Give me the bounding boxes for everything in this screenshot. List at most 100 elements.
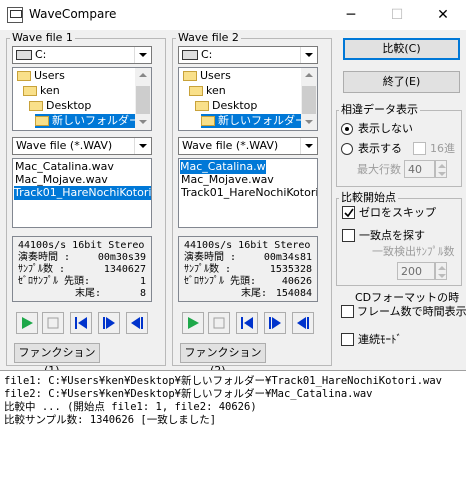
app-icon [7,7,23,23]
folder-item[interactable]: ken [23,84,60,98]
format-text: 44100s/s 16bit Stereo [184,240,311,251]
scroll-down-icon[interactable] [135,114,151,130]
skip-start-icon [241,317,253,329]
zero-head-value: 1 [139,276,146,287]
folder-list-2[interactable]: Users ken Desktop 新しいフォルダー [178,67,318,131]
zero-tail-label: 末尾: [241,288,268,299]
function-2-button[interactable]: ファンクション(2)... [180,343,266,377]
file-list-2[interactable]: Mac_Catalina.wav Mac_Mojave.wav Track01_… [178,158,318,228]
scroll-up-icon[interactable] [135,68,151,84]
step-back-button-1[interactable] [126,312,148,334]
samples-label: ｻﾝﾌﾟﾙ数 : [184,264,232,275]
file-item[interactable]: Track01_HareNochiKotori.wav [181,186,317,200]
scroll-thumb[interactable] [136,86,150,114]
maximize-button: ☐ [390,7,404,23]
log-output[interactable]: file1: C:¥Users¥ken¥Desktop¥新しいフォルダー¥Tra… [0,370,466,480]
diff-display-label: 相違データ表示 [339,103,420,116]
minimize-button[interactable]: ─ [328,0,374,30]
step-forward-button-1[interactable] [98,312,120,334]
samples-value: 1535328 [269,264,312,275]
play-icon [22,317,33,329]
chevron-down-icon[interactable] [134,47,151,63]
find-match-checkbox[interactable] [342,229,355,242]
drive-icon [182,50,198,60]
frame-time-checkbox[interactable] [341,305,354,318]
max-rows-spinner [435,160,447,178]
max-rows-value: 40 [408,163,422,176]
zero-head-value: 40626 [281,276,312,287]
file-item-selected[interactable]: Track01_HareNochiKotori.wav [14,186,151,200]
file-item[interactable]: Mac_Mojave.wav [15,173,108,187]
chevron-down-icon[interactable] [300,47,317,63]
file-type-select-1[interactable]: Wave file (*.WAV) [12,137,152,155]
match-samples-spinner [435,262,447,280]
file-item[interactable]: Mac_Catalina.wav [15,160,114,174]
max-rows-label: 最大行数 [357,163,401,176]
title-bar[interactable]: WaveCompare ─ ☐ ✕ [0,0,466,30]
play-button-2[interactable] [182,312,204,334]
compare-button[interactable]: 比較(C) [343,38,460,60]
frame-time-label[interactable]: フレーム数で時間表示 [357,305,466,318]
stop-button-2 [208,312,230,334]
cd-format-label: CDフォーマットの時 [355,291,460,304]
scroll-up-icon[interactable] [301,68,317,84]
folder-list-1[interactable]: Users ken Desktop 新しいフォルダー [12,67,152,131]
file-item[interactable]: Mac_Mojave.wav [181,173,274,187]
wave-file-2-label: Wave file 2 [176,31,241,44]
step-back-button-2[interactable] [292,312,314,334]
function-1-button[interactable]: ファンクション(1)... [14,343,100,377]
scroll-down-icon[interactable] [301,114,317,130]
play-button-1[interactable] [16,312,38,334]
display-radio[interactable] [341,143,353,155]
play-icon [188,317,199,329]
samples-value: 1340627 [103,264,146,275]
skip-start-button-2[interactable] [236,312,258,334]
folder-item-selected[interactable]: 新しいフォルダー [201,114,306,128]
hex-checkbox [413,142,426,155]
skip-start-button-1[interactable] [70,312,92,334]
step-forward-icon [269,317,281,329]
step-back-icon [297,317,309,329]
file-type-select-2[interactable]: Wave file (*.WAV) [178,137,318,155]
close-button[interactable]: ✕ [420,0,466,30]
file-list-1[interactable]: Mac_Catalina.wav Mac_Mojave.wav Track01_… [12,158,152,228]
chevron-down-icon[interactable] [134,138,151,154]
folder-item[interactable]: Desktop [195,99,257,113]
folder-open-icon [17,71,31,81]
folder-open-icon [189,86,203,96]
max-rows-input: 40 [404,160,435,178]
step-forward-button-2[interactable] [264,312,286,334]
folder-list-2-scrollbar[interactable] [301,68,317,130]
file-item-selected[interactable]: Mac_Catalina.wav [180,160,279,174]
drive-select-2[interactable]: C: [178,46,318,64]
display-label[interactable]: 表示する [358,142,402,155]
folder-list-1-scrollbar[interactable] [135,68,151,130]
drive-select-1[interactable]: C: [12,46,152,64]
folder-open-icon [29,101,43,111]
scroll-thumb[interactable] [302,86,316,114]
checkmark-icon [344,208,354,218]
folder-item[interactable]: ken [189,84,226,98]
match-samples-label: 一致検出ｻﾝﾌﾟﾙ数 [372,245,455,258]
folder-item-selected[interactable]: 新しいフォルダー [35,114,140,128]
continuous-mode-label[interactable]: 連続ﾓｰﾄﾞ [358,333,402,346]
skip-zero-label[interactable]: ゼロをスキップ [359,206,436,219]
chevron-down-icon[interactable] [300,138,317,154]
stop-icon [213,317,225,329]
no-display-radio[interactable] [341,123,353,135]
exit-button[interactable]: 終了(E) [343,71,460,93]
log-line: file2: C:¥Users¥ken¥Desktop¥新しいフォルダー¥Mac… [4,388,373,400]
no-display-label[interactable]: 表示しない [358,122,413,135]
find-match-label[interactable]: 一致点を探す [359,229,425,242]
match-samples-value: 200 [401,265,422,278]
skip-zero-checkbox[interactable] [342,206,355,219]
folder-item[interactable]: Users [183,69,231,83]
folder-open-icon [183,71,197,81]
folder-item[interactable]: Users [17,69,65,83]
duration-label: 演奏時間 : [18,252,71,263]
stop-button-1 [42,312,64,334]
drive-select-1-value: C: [35,48,47,61]
skip-start-icon [75,317,87,329]
continuous-mode-checkbox[interactable] [341,333,354,346]
folder-item[interactable]: Desktop [29,99,91,113]
